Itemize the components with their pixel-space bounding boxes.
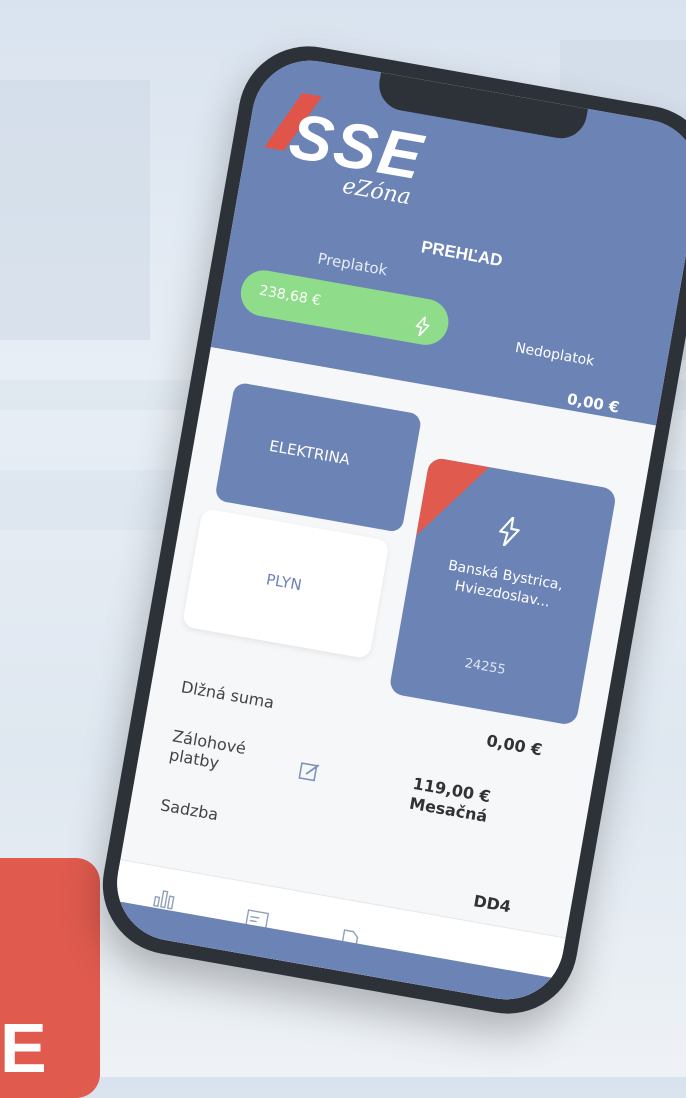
- logo-text: SSE: [284, 99, 430, 194]
- nedoplatok-value: 0,00 €: [565, 389, 621, 417]
- edit-icon[interactable]: [296, 759, 322, 788]
- sadzba-value: DD4: [472, 891, 513, 917]
- bolt-icon: [413, 315, 431, 341]
- card-corner-accent: [416, 456, 490, 546]
- elektrina-card[interactable]: ELEKTRINA: [214, 381, 423, 533]
- plyn-label: PLYN: [264, 570, 304, 595]
- sse-logo: SSE eZóna: [264, 93, 430, 211]
- dlzna-suma-value: 0,00 €: [485, 731, 544, 760]
- phone-device: SSE eZóna PREHĽAD Preplatok 238,68 € Ned…: [91, 35, 686, 1025]
- plyn-card[interactable]: PLYN: [181, 508, 390, 660]
- bolt-icon: [495, 515, 523, 552]
- preplatok-label: Preplatok: [316, 249, 389, 280]
- sadzba-label: Sadzba: [158, 795, 220, 825]
- location-address: Banská Bystrica, Hviezdoslav...: [446, 557, 565, 611]
- dlzna-suma-label: Dlžná suma: [179, 677, 276, 713]
- preplatok-value: 238,68 €: [257, 282, 323, 310]
- phone-screen: SSE eZóna PREHĽAD Preplatok 238,68 € Ned…: [107, 51, 686, 1009]
- background-panel: [0, 80, 150, 340]
- zalohove-label: Zálohové platby: [167, 726, 248, 773]
- elektrina-label: ELEKTRINA: [267, 436, 352, 469]
- background-card-letter: E: [0, 1009, 47, 1087]
- location-code: 24255: [463, 655, 507, 678]
- nedoplatok-label: Nedoplatok: [513, 339, 596, 370]
- background-red-card: E: [0, 858, 100, 1098]
- location-card[interactable]: Banská Bystrica, Hviezdoslav... 24255: [388, 456, 618, 727]
- page-title: PREHĽAD: [419, 237, 505, 271]
- preplatok-pill[interactable]: 238,68 €: [237, 266, 453, 349]
